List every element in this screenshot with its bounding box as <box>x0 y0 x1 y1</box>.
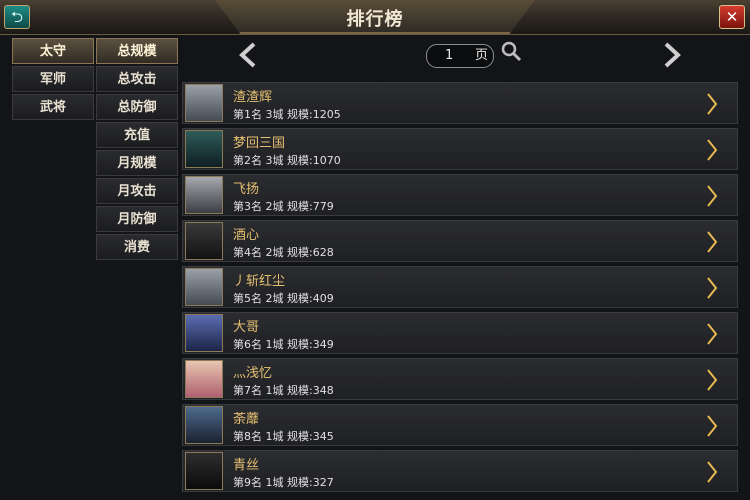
table-row[interactable]: 灬浅忆 第7名 1城 规模:348 <box>182 358 738 400</box>
chevron-right-icon <box>707 369 718 391</box>
chevron-right-icon <box>707 93 718 115</box>
title-bar: 排行榜 ⮌ ✕ <box>0 0 750 35</box>
tab-consumption[interactable]: 消费 <box>96 234 178 260</box>
avatar <box>185 176 223 214</box>
player-name: 灬浅忆 <box>233 366 273 381</box>
chevron-right-icon <box>707 323 718 345</box>
table-row[interactable]: 青丝 第9名 1城 规模:327 <box>182 450 738 492</box>
player-info: 第9名 1城 规模:327 <box>233 476 334 489</box>
avatar <box>185 84 223 122</box>
avatar <box>185 222 223 260</box>
page-number: 1 <box>445 48 454 63</box>
back-arrow-icon: ⮌ <box>10 8 23 26</box>
player-info: 第1名 3城 规模:1205 <box>233 108 341 121</box>
avatar <box>185 314 223 352</box>
next-page-icon[interactable] <box>658 42 684 68</box>
player-name: 飞扬 <box>233 182 260 197</box>
player-info: 第8名 1城 规模:345 <box>233 430 334 443</box>
table-row[interactable]: 荼蘼 第8名 1城 规模:345 <box>182 404 738 446</box>
tab-monthly-scale[interactable]: 月规模 <box>96 150 178 176</box>
close-button[interactable]: ✕ <box>719 5 745 29</box>
table-row[interactable]: 丿斩红尘 第5名 2城 规模:409 <box>182 266 738 308</box>
avatar <box>185 452 223 490</box>
tab-recharge[interactable]: 充值 <box>96 122 178 148</box>
chevron-right-icon <box>707 277 718 299</box>
player-name: 渣渣辉 <box>233 90 273 105</box>
player-name: 青丝 <box>233 458 260 473</box>
player-info: 第4名 2城 规模:628 <box>233 246 334 259</box>
page-input[interactable]: 1 页 <box>426 44 494 68</box>
search-icon[interactable] <box>500 40 522 62</box>
tab-monthly-attack[interactable]: 月攻击 <box>96 178 178 204</box>
tab-monthly-defense[interactable]: 月防御 <box>96 206 178 232</box>
player-info: 第6名 1城 规模:349 <box>233 338 334 351</box>
chevron-right-icon <box>707 139 718 161</box>
tab-total-scale[interactable]: 总规模 <box>96 38 178 64</box>
rank-type-tabs: 总规模 总攻击 总防御 充值 月规模 月攻击 月防御 消费 <box>96 38 178 493</box>
tab-taishou[interactable]: 太守 <box>12 38 94 64</box>
player-name: 大哥 <box>233 320 260 335</box>
chevron-right-icon <box>707 461 718 483</box>
avatar <box>185 406 223 444</box>
player-name: 荼蘼 <box>233 412 260 427</box>
back-button[interactable]: ⮌ <box>4 5 30 29</box>
category-tabs: 太守 军师 武将 <box>12 38 94 493</box>
chevron-right-icon <box>707 231 718 253</box>
chevron-right-icon <box>707 415 718 437</box>
table-row[interactable]: 渣渣辉 第1名 3城 规模:1205 <box>182 82 738 124</box>
player-name: 丿斩红尘 <box>233 274 286 289</box>
avatar <box>185 130 223 168</box>
player-name: 酒心 <box>233 228 260 243</box>
table-row[interactable]: 飞扬 第3名 2城 规模:779 <box>182 174 738 216</box>
window-title: 排行榜 <box>346 9 404 30</box>
table-row[interactable]: 大哥 第6名 1城 规模:349 <box>182 312 738 354</box>
close-icon: ✕ <box>725 8 739 26</box>
tab-total-attack[interactable]: 总攻击 <box>96 66 178 92</box>
chevron-right-icon <box>707 185 718 207</box>
table-row[interactable]: 梦回三国 第2名 3城 规模:1070 <box>182 128 738 170</box>
ranking-list: 渣渣辉 第1名 3城 规模:1205 梦回三国 第2名 3城 规模:1070 飞… <box>182 82 738 496</box>
avatar <box>185 268 223 306</box>
player-info: 第5名 2城 规模:409 <box>233 292 334 305</box>
tab-junshi[interactable]: 军师 <box>12 66 94 92</box>
table-row[interactable]: 酒心 第4名 2城 规模:628 <box>182 220 738 262</box>
ranking-window: 排行榜 ⮌ ✕ 太守 军师 武将 总规模 总攻击 总防御 充值 月规模 月攻击 … <box>0 0 750 500</box>
player-info: 第3名 2城 规模:779 <box>233 200 334 213</box>
page-unit: 页 <box>475 48 489 63</box>
player-info: 第7名 1城 规模:348 <box>233 384 334 397</box>
tab-total-defense[interactable]: 总防御 <box>96 94 178 120</box>
player-info: 第2名 3城 规模:1070 <box>233 154 341 167</box>
avatar <box>185 360 223 398</box>
prev-page-icon[interactable] <box>236 42 262 68</box>
player-name: 梦回三国 <box>233 136 286 151</box>
pager: 1 页 <box>182 36 738 76</box>
tab-wujiang[interactable]: 武将 <box>12 94 94 120</box>
